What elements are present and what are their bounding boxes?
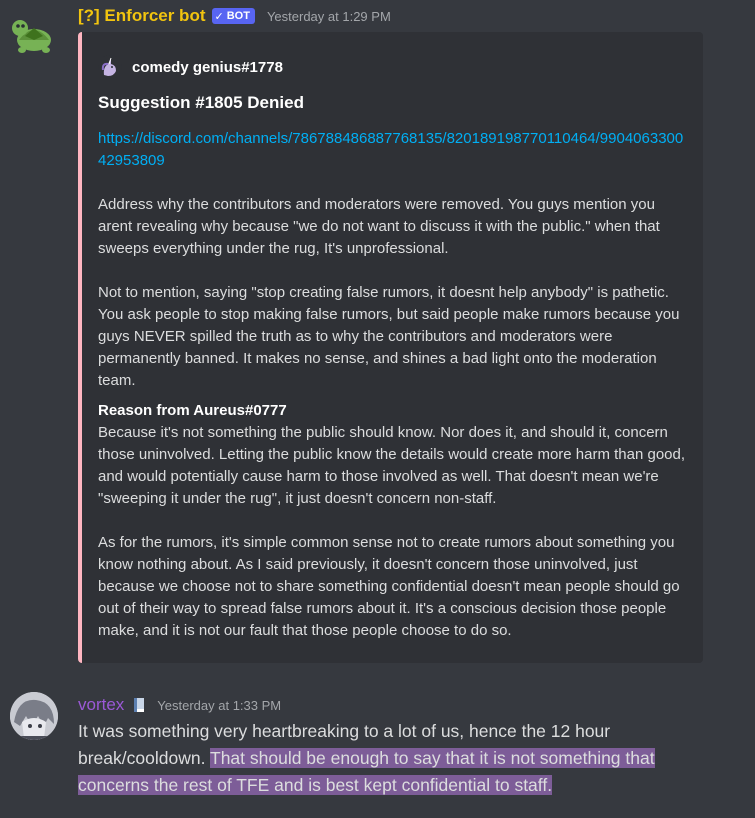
- embed-paragraph: Address why the contributors and moderat…: [98, 196, 660, 257]
- bot-avatar[interactable]: [10, 10, 58, 58]
- embed-description: https://discord.com/channels/78678848688…: [98, 128, 688, 642]
- unicorn-icon: [98, 55, 122, 79]
- timestamp[interactable]: Yesterday at 1:33 PM: [157, 698, 281, 713]
- timestamp[interactable]: Yesterday at 1:29 PM: [267, 9, 391, 24]
- embed-field-paragraph: As for the rumors, it's simple common se…: [98, 534, 680, 639]
- embed-title: Suggestion #1805 Denied: [98, 93, 304, 112]
- turtle-icon: [12, 20, 51, 53]
- bot-tag: ✓ BOT: [211, 8, 255, 24]
- embed-author: comedy genius#1778: [98, 55, 283, 79]
- suggestion-link[interactable]: https://discord.com/channels/78678848688…: [98, 128, 688, 172]
- embed: comedy genius#1778 Suggestion #1805 Deni…: [78, 32, 703, 663]
- message-header: [?] Enforcer bot ✓ BOT Yesterday at 1:29…: [78, 4, 391, 28]
- bot-tag-label: BOT: [226, 10, 250, 22]
- book-icon: [133, 697, 145, 713]
- embed-paragraph: Not to mention, saying "stop creating fa…: [98, 284, 680, 389]
- message-content: It was something very heartbreaking to a…: [78, 718, 718, 799]
- username[interactable]: vortex: [78, 695, 124, 715]
- embed-field-paragraph: Because it's not something the public sh…: [98, 424, 686, 507]
- chat-messages: [?] Enforcer bot ✓ BOT Yesterday at 1:29…: [0, 0, 755, 818]
- embed-field-name: Reason from Aureus#0777: [98, 402, 287, 419]
- verified-check-icon: ✓: [214, 10, 224, 23]
- anime-avatar-icon: [10, 692, 58, 740]
- embed-author-name[interactable]: comedy genius#1778: [132, 59, 283, 76]
- message-header: vortex Yesterday at 1:33 PM: [78, 694, 281, 716]
- user-avatar[interactable]: [10, 692, 58, 740]
- username[interactable]: [?] Enforcer bot: [78, 6, 206, 26]
